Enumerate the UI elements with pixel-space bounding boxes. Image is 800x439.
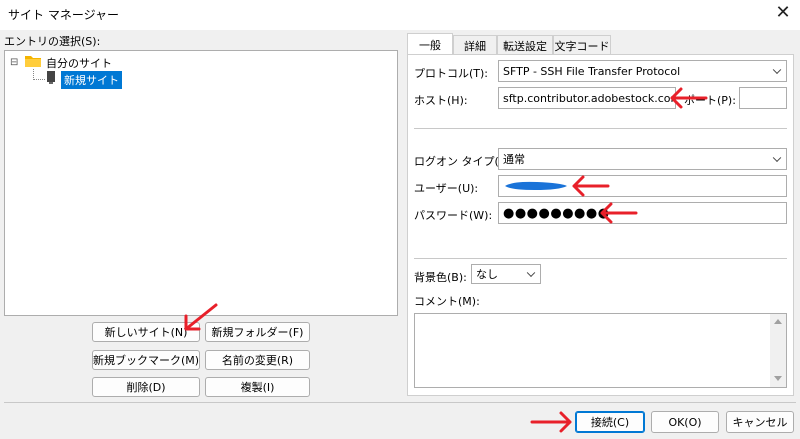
tab-general[interactable]: 一般 xyxy=(407,33,453,55)
footer-divider xyxy=(4,402,796,403)
host-label: ホスト(H): xyxy=(414,94,468,107)
rename-button[interactable]: 名前の変更(R) xyxy=(205,350,310,370)
redacted-user-mark xyxy=(505,181,567,190)
password-input[interactable]: ●●●●●●●●● xyxy=(498,202,787,224)
new-folder-button[interactable]: 新規フォルダー(F) xyxy=(205,322,310,342)
red-arrow-icon xyxy=(184,303,218,331)
tab-advanced[interactable]: 詳細 xyxy=(453,35,497,55)
user-input[interactable] xyxy=(498,175,787,197)
server-icon xyxy=(47,71,55,84)
chevron-down-icon xyxy=(526,268,536,278)
delete-button[interactable]: 削除(D) xyxy=(92,377,200,397)
bgcolor-value: なし xyxy=(476,268,498,281)
comment-label: コメント(M): xyxy=(414,295,480,308)
entry-select-label: エントリの選択(S): xyxy=(4,35,101,48)
tab-charset[interactable]: 文字コード xyxy=(553,35,611,55)
protocol-select[interactable]: SFTP - SSH File Transfer Protocol xyxy=(498,60,787,82)
scroll-up-icon[interactable] xyxy=(774,319,782,324)
tab-transfer-settings[interactable]: 転送設定 xyxy=(497,35,553,55)
tree-item-new-site[interactable]: 新規サイト xyxy=(61,71,122,89)
new-bookmark-button[interactable]: 新規ブックマーク(M) xyxy=(92,350,200,370)
chevron-down-icon xyxy=(772,153,782,163)
red-arrow-icon xyxy=(670,87,708,109)
logon-type-value: 通常 xyxy=(503,153,525,166)
port-input[interactable] xyxy=(739,87,787,109)
logon-type-select[interactable]: 通常 xyxy=(498,148,787,170)
protocol-value: SFTP - SSH File Transfer Protocol xyxy=(503,64,681,78)
site-tree[interactable]: ⊟ 自分のサイト 新規サイト xyxy=(4,50,398,316)
cancel-button[interactable]: キャンセル xyxy=(726,411,794,433)
ok-button[interactable]: OK(O) xyxy=(651,411,719,433)
scroll-down-icon[interactable] xyxy=(774,376,782,381)
tree-connector xyxy=(33,79,45,80)
folder-icon xyxy=(25,55,41,67)
user-label: ユーザー(U): xyxy=(414,182,479,195)
comment-scrollbar[interactable] xyxy=(770,314,786,387)
duplicate-button[interactable]: 複製(I) xyxy=(205,377,310,397)
window-title: サイト マネージャー xyxy=(8,8,119,22)
bgcolor-label: 背景色(B): xyxy=(414,271,467,284)
protocol-label: プロトコル(T): xyxy=(414,67,489,80)
red-arrow-icon xyxy=(530,411,572,433)
red-arrow-icon xyxy=(572,175,610,197)
host-input[interactable]: sftp.contributor.adobestock.com xyxy=(498,87,676,109)
comment-textarea[interactable] xyxy=(414,313,787,388)
title-bar xyxy=(0,0,800,30)
bgcolor-select[interactable]: なし xyxy=(471,264,541,284)
tree-expander-icon[interactable]: ⊟ xyxy=(10,57,18,68)
connect-button[interactable]: 接続(C) xyxy=(575,411,645,433)
chevron-down-icon xyxy=(772,65,782,75)
tree-root-label[interactable]: 自分のサイト xyxy=(46,55,112,71)
divider xyxy=(414,128,787,129)
divider xyxy=(414,258,787,259)
close-icon[interactable]: ✕ xyxy=(770,2,796,26)
password-label: パスワード(W): xyxy=(414,209,493,222)
red-arrow-icon xyxy=(600,202,638,224)
